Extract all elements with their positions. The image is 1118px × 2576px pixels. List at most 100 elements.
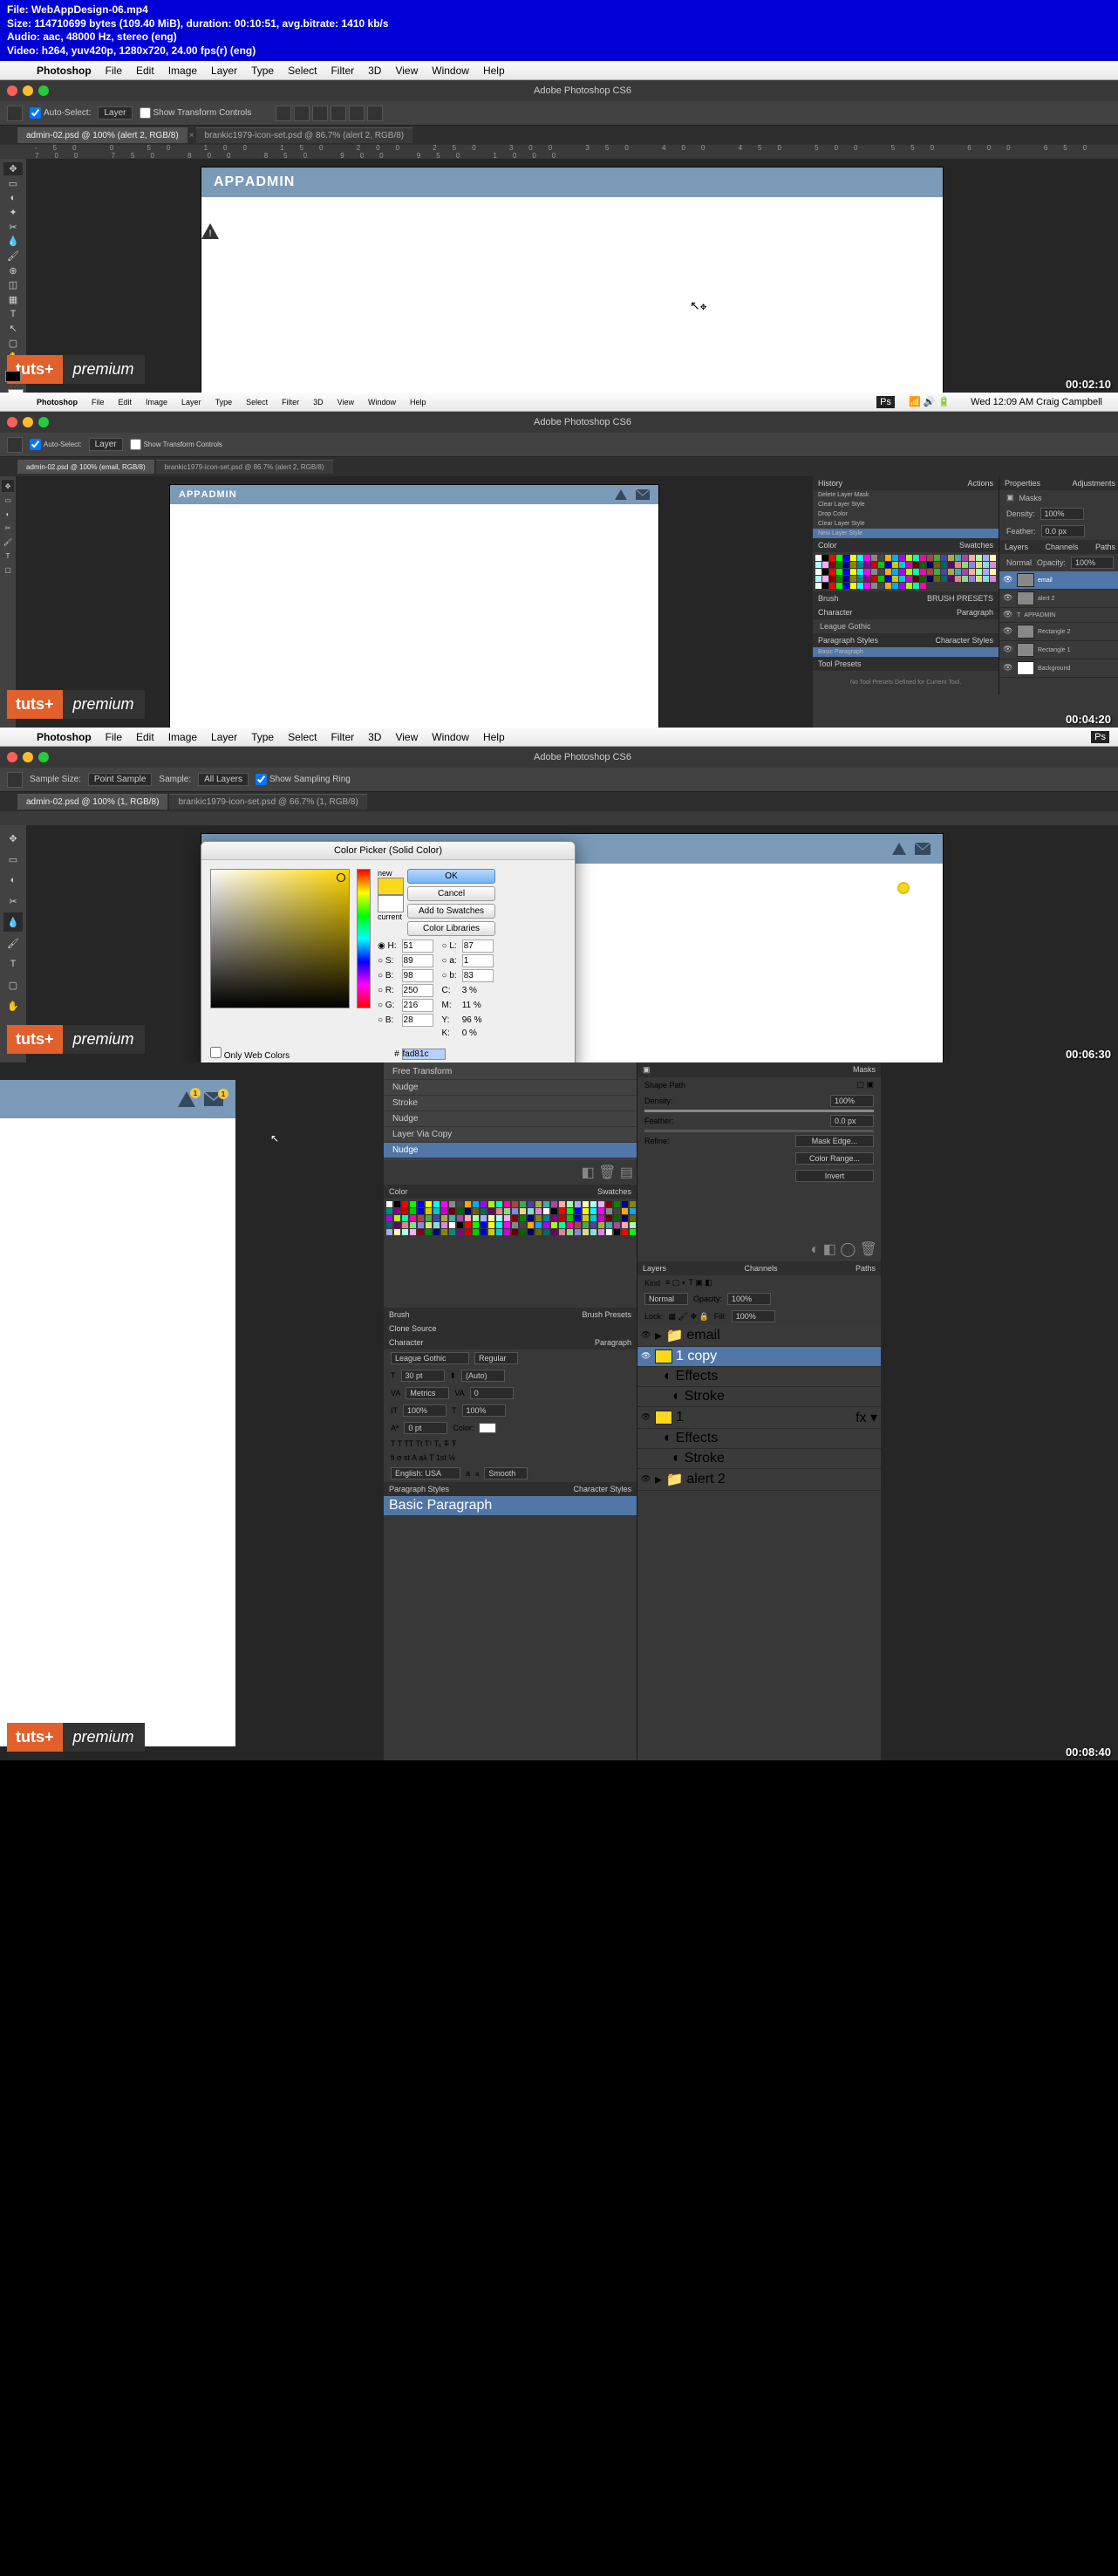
canvas[interactable]: APPADMIN ! ↖✥ — [201, 167, 943, 403]
swatch-cell[interactable] — [481, 1215, 487, 1221]
type-tool[interactable]: T — [2, 550, 14, 562]
actions-tab[interactable]: Actions — [967, 479, 993, 488]
swatch-cell[interactable] — [386, 1229, 392, 1235]
swatch-cell[interactable] — [575, 1222, 581, 1228]
swatch-cell[interactable] — [962, 576, 968, 582]
g-input[interactable] — [402, 999, 433, 1012]
swatch-cell[interactable] — [822, 562, 828, 568]
swatch-cell[interactable] — [920, 562, 926, 568]
menu-type[interactable]: Type — [208, 398, 240, 407]
swatch-cell[interactable] — [473, 1208, 479, 1214]
swatch-cell[interactable] — [622, 1208, 628, 1214]
swatch-cell[interactable] — [575, 1229, 581, 1235]
swatch-cell[interactable] — [449, 1201, 455, 1207]
swatch-cell[interactable] — [441, 1215, 447, 1221]
swatch-cell[interactable] — [473, 1201, 479, 1207]
swatch-cell[interactable] — [598, 1222, 604, 1228]
swatch-cell[interactable] — [614, 1215, 620, 1221]
swatch-cell[interactable] — [906, 555, 912, 561]
swatch-cell[interactable] — [606, 1229, 612, 1235]
swatch-cell[interactable] — [990, 555, 996, 561]
swatch-cell[interactable] — [598, 1201, 604, 1207]
swatch-cell[interactable] — [955, 555, 961, 561]
swatch-cell[interactable] — [948, 569, 954, 575]
layer-row[interactable]: 👁 1 fx ▾ — [637, 1407, 881, 1429]
swatch-cell[interactable] — [857, 569, 863, 575]
mask-edge-button[interactable]: Mask Edge... — [795, 1135, 874, 1147]
swatch-cell[interactable] — [850, 569, 856, 575]
swatch-cell[interactable] — [402, 1229, 408, 1235]
swatches-grid[interactable] — [384, 1199, 637, 1238]
swatch-cell[interactable] — [449, 1215, 455, 1221]
lasso-tool[interactable]: ◐ — [3, 871, 23, 890]
swatch-cell[interactable] — [913, 562, 919, 568]
swatch-cell[interactable] — [496, 1215, 502, 1221]
swatch-cell[interactable] — [528, 1229, 534, 1235]
foreground-swatch[interactable] — [5, 371, 21, 382]
swatch-cell[interactable] — [481, 1222, 487, 1228]
hand-tool[interactable]: ✋ — [3, 996, 23, 1015]
history-item[interactable]: New Layer Style — [813, 529, 999, 538]
swatch-cell[interactable] — [551, 1201, 557, 1207]
brush-tool[interactable]: 🖌 — [2, 536, 14, 548]
crop-tool[interactable]: ✂ — [3, 221, 23, 234]
swatch-cell[interactable] — [829, 569, 835, 575]
history-item[interactable]: Delete Layer Mask — [813, 490, 999, 500]
swatch-cell[interactable] — [559, 1215, 565, 1221]
menu-image[interactable]: Image — [161, 731, 204, 743]
swatch-cell[interactable] — [850, 562, 856, 568]
swatch-cell[interactable] — [426, 1208, 432, 1214]
menu-layer[interactable]: Layer — [204, 731, 244, 743]
layers-tab[interactable]: Layers — [643, 1264, 666, 1273]
history-item[interactable]: Free Transform — [384, 1064, 637, 1080]
swatch-cell[interactable] — [622, 1222, 628, 1228]
swatch-cell[interactable] — [575, 1215, 581, 1221]
eyedropper-tool[interactable]: 💧 — [3, 912, 23, 932]
menu-edit[interactable]: Edit — [129, 731, 161, 743]
swatch-cell[interactable] — [864, 583, 870, 589]
swatch-cell[interactable] — [426, 1222, 432, 1228]
swatch-cell[interactable] — [899, 576, 905, 582]
swatch-cell[interactable] — [899, 562, 905, 568]
swatch-cell[interactable] — [512, 1201, 518, 1207]
swatch-cell[interactable] — [836, 562, 842, 568]
swatch-cell[interactable] — [871, 583, 877, 589]
swatch-cell[interactable] — [473, 1229, 479, 1235]
swatch-cell[interactable] — [948, 576, 954, 582]
swatch-cell[interactable] — [913, 569, 919, 575]
layer-effect-stroke[interactable]: ◐ Stroke — [637, 1449, 881, 1469]
swatch-cell[interactable] — [543, 1215, 549, 1221]
swatch-cell[interactable] — [906, 562, 912, 568]
swatch-cell[interactable] — [535, 1229, 542, 1235]
shape-tool[interactable]: ▢ — [2, 564, 14, 576]
history-item[interactable]: Clear Layer Style — [813, 519, 999, 529]
swatch-cell[interactable] — [606, 1201, 612, 1207]
swatch-cell[interactable] — [622, 1215, 628, 1221]
swatch-cell[interactable] — [394, 1208, 400, 1214]
swatch-cell[interactable] — [535, 1215, 542, 1221]
swatch-cell[interactable] — [583, 1208, 589, 1214]
swatch-cell[interactable] — [583, 1201, 589, 1207]
swatch-cell[interactable] — [885, 562, 891, 568]
history-item[interactable]: Clear Layer Style — [813, 500, 999, 509]
swatch-cell[interactable] — [520, 1201, 526, 1207]
swatch-cell[interactable] — [913, 576, 919, 582]
current-color-swatch[interactable] — [378, 895, 404, 912]
minimize-window-button[interactable] — [23, 752, 33, 762]
layer-row[interactable]: 👁 1 copy — [637, 1347, 881, 1367]
swatch-cell[interactable] — [567, 1215, 573, 1221]
layer-row[interactable]: 👁 ▸ 📁 email — [637, 1325, 881, 1347]
swatch-cell[interactable] — [386, 1222, 392, 1228]
swatch-cell[interactable] — [528, 1208, 534, 1214]
menu-select[interactable]: Select — [239, 398, 275, 407]
canvas[interactable]: 1 1 — [0, 1080, 235, 1746]
layer-row[interactable]: 👁Rectangle 1 — [999, 641, 1118, 659]
swatch-cell[interactable] — [836, 583, 842, 589]
swatch-cell[interactable] — [843, 576, 849, 582]
swatch-cell[interactable] — [559, 1208, 565, 1214]
history-item[interactable]: Nudge — [384, 1080, 637, 1096]
swatch-cell[interactable] — [878, 576, 884, 582]
marquee-tool[interactable]: ▭ — [3, 177, 23, 190]
channels-tab[interactable]: Channels — [744, 1264, 777, 1273]
swatch-cell[interactable] — [630, 1201, 636, 1207]
